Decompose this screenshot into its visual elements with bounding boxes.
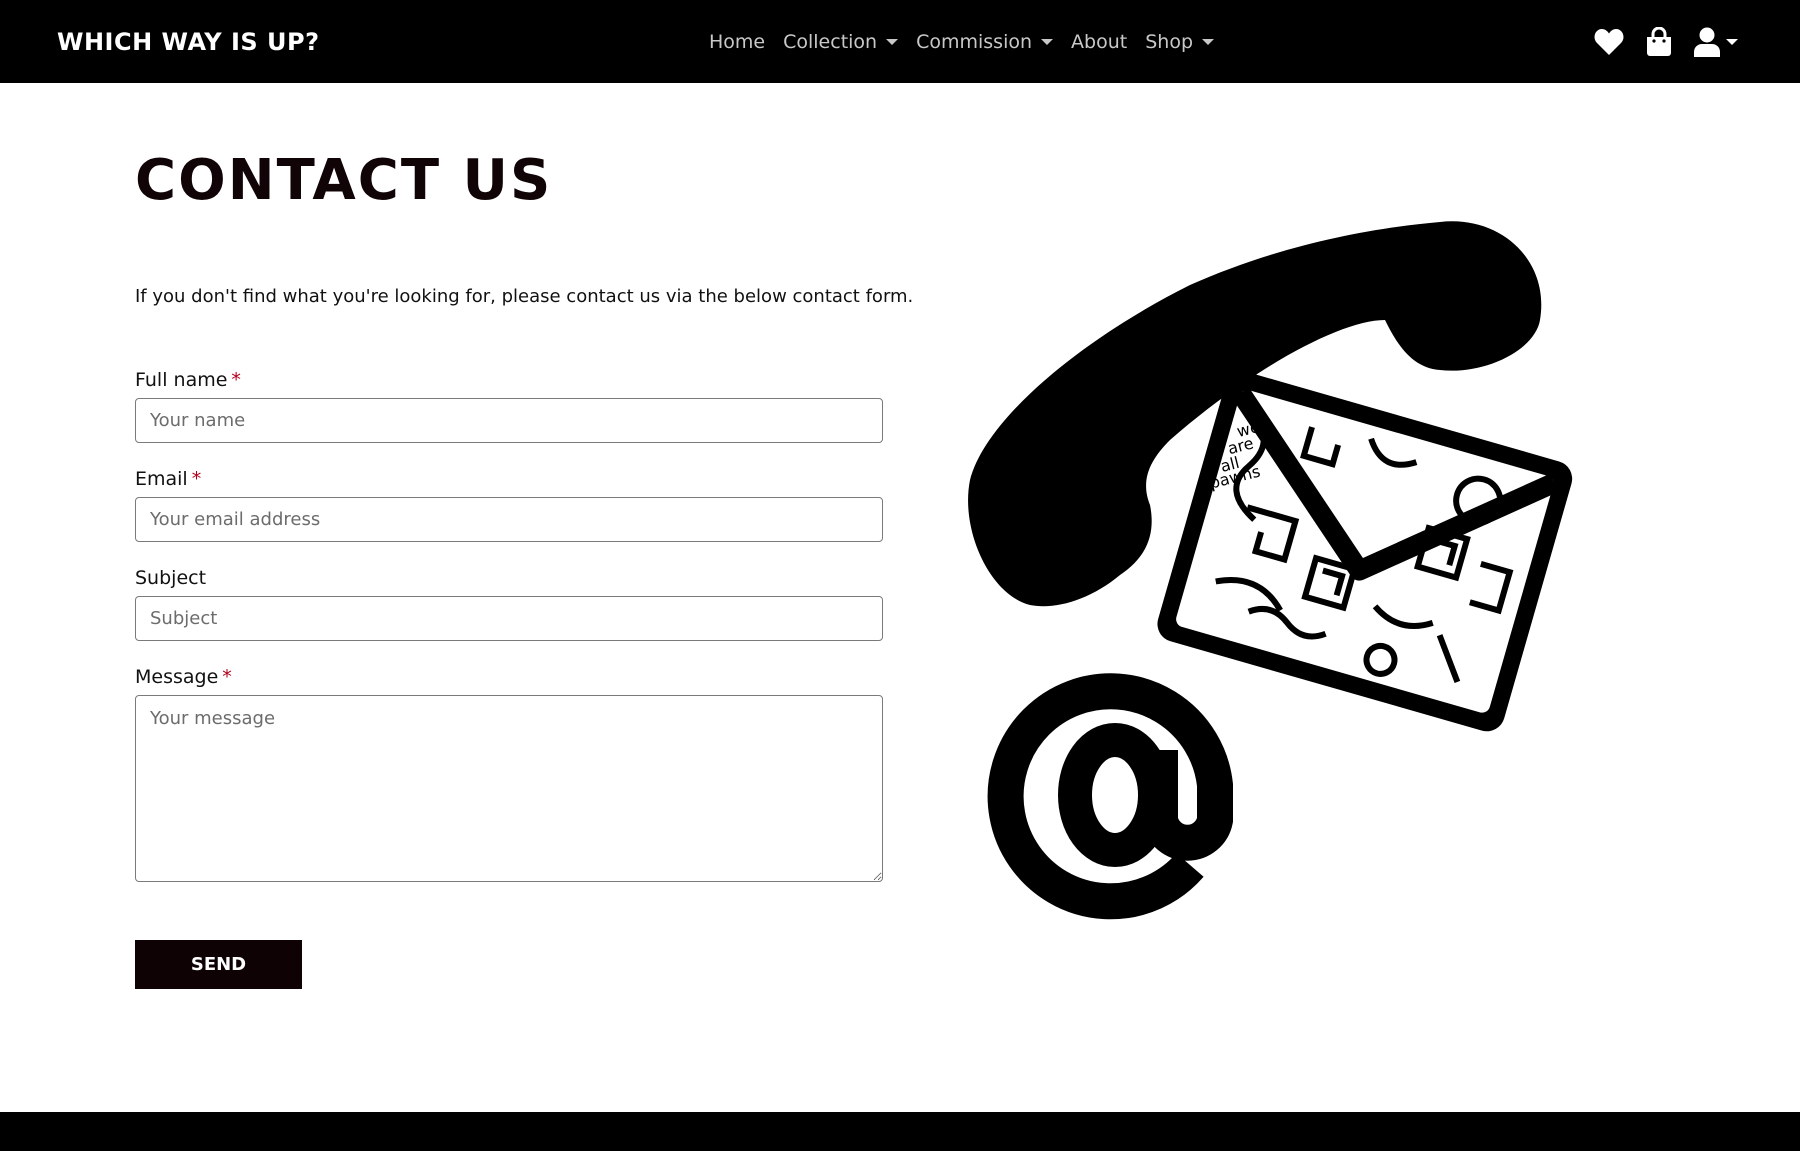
subject-field: Subject [135, 564, 883, 641]
nav-about[interactable]: About [1062, 31, 1136, 53]
page-title: CONTACT US [135, 148, 553, 213]
nav-commission-label: Commission [916, 31, 1033, 53]
brand-logo[interactable]: WHICH WAY IS UP? [57, 22, 320, 62]
wishlist-button[interactable] [1594, 28, 1624, 56]
message-label: Message * [135, 663, 883, 691]
intro-text: If you don't find what you're looking fo… [135, 286, 914, 307]
account-dropdown[interactable] [1694, 27, 1738, 57]
required-marker: * [231, 369, 241, 391]
required-marker: * [191, 468, 202, 490]
subject-label: Subject [135, 564, 883, 592]
heart-icon [1594, 29, 1624, 55]
user-icon [1694, 27, 1720, 57]
full-name-label: Full name * [135, 366, 883, 394]
chevron-down-icon [886, 39, 899, 45]
nav-home-label: Home [709, 31, 766, 53]
email-label: Email * [135, 465, 883, 493]
subject-label-text: Subject [135, 567, 207, 589]
nav-collection-label: Collection [783, 31, 878, 53]
chevron-down-icon [1202, 39, 1215, 45]
chevron-down-icon [1726, 39, 1738, 45]
email-input[interactable] [135, 497, 883, 542]
message-textarea[interactable] [135, 695, 883, 882]
contact-form: Full name* Email* Subject Message* [135, 366, 883, 904]
shopping-bag-icon [1647, 27, 1671, 56]
required-marker: * [222, 666, 232, 688]
top-navbar: WHICH WAY IS UP? Home Collection Commiss… [0, 0, 1800, 83]
nav-shop-label: Shop [1145, 31, 1194, 53]
email-label-text: Email [135, 468, 188, 490]
nav-home[interactable]: Home [700, 31, 774, 53]
page-footer [0, 1112, 1800, 1151]
nav-shop-dropdown[interactable]: Shop [1136, 31, 1223, 53]
nav-commission-dropdown[interactable]: Commission [907, 31, 1062, 53]
full-name-label-text: Full name [135, 369, 228, 391]
full-name-field: Full name * [135, 366, 883, 443]
chevron-down-icon [1041, 39, 1054, 45]
subject-input[interactable] [135, 596, 883, 641]
envelope-icon: we are all pawns [1157, 371, 1573, 732]
nav-about-label: About [1071, 31, 1128, 53]
message-label-text: Message [135, 666, 219, 688]
full-name-input[interactable] [135, 398, 883, 443]
email-field: Email * [135, 465, 883, 542]
nav-collection-dropdown[interactable]: Collection [774, 31, 907, 53]
nav-links: Home Collection Commission About Shop [700, 22, 1223, 62]
nav-icons [1594, 24, 1738, 60]
shopping-bag-button[interactable] [1646, 27, 1672, 57]
at-sign-icon [987, 673, 1233, 920]
contact-illustration: we are all pawns [940, 210, 1640, 930]
message-field: Message * [135, 663, 883, 882]
send-button[interactable]: SEND [135, 940, 302, 989]
